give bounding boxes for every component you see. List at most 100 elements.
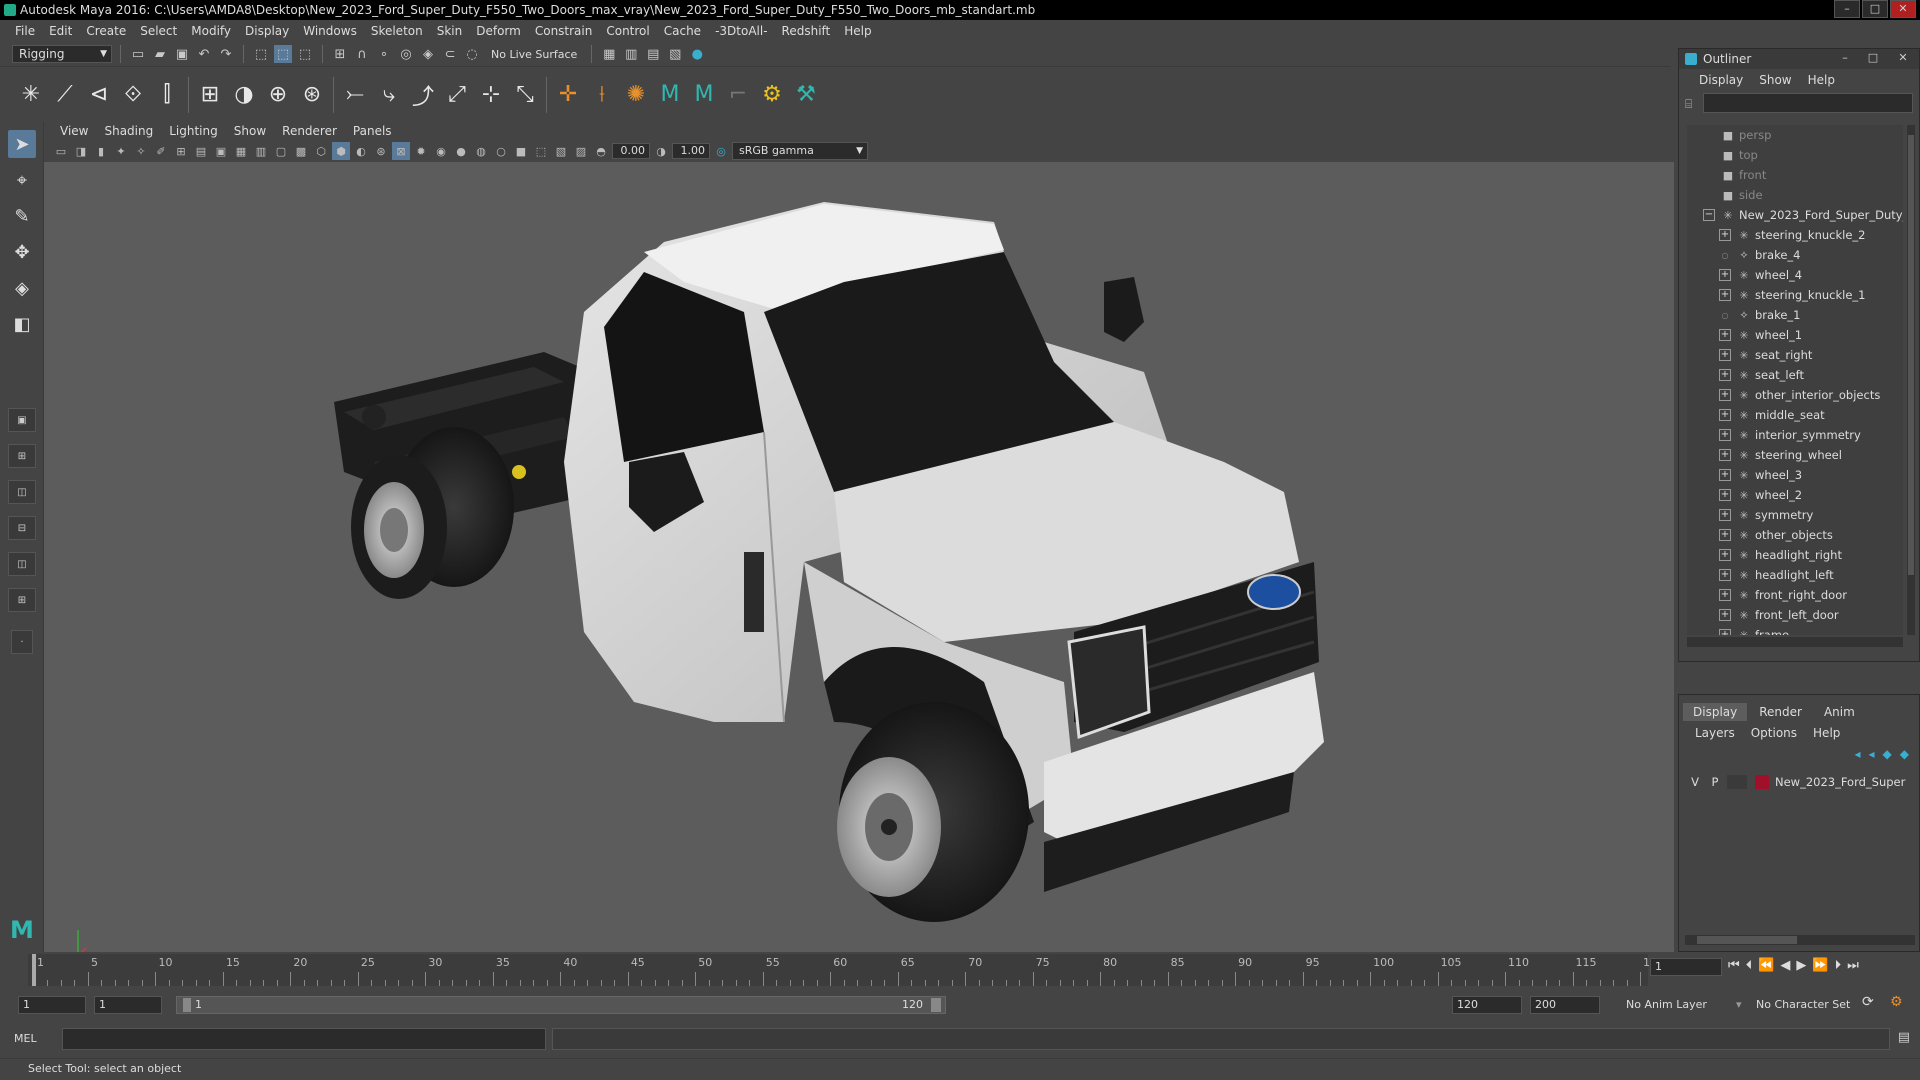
depth-of-field-icon[interactable]: ○ [492,142,510,160]
safe-action-icon[interactable]: ▢ [272,142,290,160]
layer-menu-layers[interactable]: Layers [1687,726,1743,740]
viewport-menu-view[interactable]: View [52,124,96,138]
camera-attr-icon[interactable]: ◨ [72,142,90,160]
scale-tool-icon[interactable]: ◧ [8,310,36,338]
bookmark-icon[interactable]: ▮ [92,142,110,160]
open-scene-icon[interactable]: ▰ [151,45,169,63]
layer-tab-render[interactable]: Render [1749,703,1812,721]
exposure-icon[interactable]: ◓ [592,142,610,160]
gamma-icon[interactable]: ◑ [652,142,670,160]
anim-layer-arrow-icon[interactable]: ▾ [1736,998,1742,1011]
cluster-icon[interactable]: ⊞ [193,76,227,114]
move-tool-icon[interactable]: ✥ [8,238,36,266]
outliner-hscrollbar[interactable] [1687,637,1903,647]
viewport-panel[interactable]: View Shading Lighting Show Renderer Panels ▭ … [44,122,1674,952]
outliner-minimize-icon[interactable]: – [1837,51,1853,65]
outliner-item[interactable]: + ✳ seat_left [1687,365,1903,385]
expand-icon[interactable]: + [1719,409,1731,421]
expand-icon[interactable]: + [1719,589,1731,601]
paint-weights-icon[interactable]: ⤢ [440,76,474,114]
insert-joint-icon[interactable]: ⟐ [116,76,150,114]
save-scene-icon[interactable]: ▣ [173,45,191,63]
hypershade-icon[interactable]: ● [688,45,706,63]
wrap-icon[interactable]: ⊕ [261,76,295,114]
viewport-menu-lighting[interactable]: Lighting [161,124,226,138]
range-end-handle[interactable] [931,998,941,1012]
viewport-menu-shading[interactable]: Shading [96,124,161,138]
isolate-select-icon[interactable]: ■ [512,142,530,160]
shade-wire-icon[interactable]: ◐ [352,142,370,160]
expand-icon[interactable]: + [1719,609,1731,621]
joint-tool-icon[interactable]: ✳ [14,76,48,114]
animation-end-field[interactable]: 200 [1530,996,1600,1014]
menu-help[interactable]: Help [837,24,878,38]
expand-icon[interactable]: + [1719,529,1731,541]
persp-outliner-layout-icon[interactable]: ◫ [8,552,36,576]
layer-move-up-icon[interactable]: ◂ [1854,747,1860,761]
shadows-icon[interactable]: ✹ [412,142,430,160]
outliner-camera-item[interactable]: ■ top [1687,145,1903,165]
command-input[interactable] [62,1028,546,1050]
undo-icon[interactable]: ↶ [195,45,213,63]
outliner-search-input[interactable] [1703,93,1913,113]
playback-start-field[interactable]: 1 [94,996,162,1014]
color-management-icon[interactable]: ◎ [712,142,730,160]
smooth-shade-icon[interactable]: ⬢ [332,142,350,160]
two-pane-stacked-layout-icon[interactable]: ⊟ [8,516,36,540]
gamma-field[interactable]: 1.00 [672,143,710,159]
layer-tab-anim[interactable]: Anim [1814,703,1865,721]
expand-icon[interactable]: + [1719,469,1731,481]
layer-color-swatch[interactable] [1755,775,1769,789]
bind-skin-icon[interactable]: ⤚ [338,76,372,114]
point-constraint-icon[interactable]: ✛ [551,76,585,114]
step-forward-key-icon[interactable]: ⏵ [1835,958,1842,973]
color-space-dropdown[interactable]: sRGB gamma ▼ [732,142,868,160]
expand-icon[interactable]: + [1719,489,1731,501]
orient-constraint-icon[interactable]: ✺ [619,76,653,114]
menu-skeleton[interactable]: Skeleton [364,24,430,38]
anim-layer-dropdown[interactable]: No Anim Layer [1626,998,1707,1011]
outliner-menu-show[interactable]: Show [1751,73,1799,87]
close-button[interactable]: ✕ [1890,0,1916,18]
expand-icon[interactable]: + [1719,449,1731,461]
menu-select[interactable]: Select [133,24,184,38]
outliner-item[interactable]: + ✳ front_left_door [1687,605,1903,625]
image-plane-icon[interactable]: ✦ [112,142,130,160]
maximize-button[interactable]: □ [1862,0,1888,18]
render-view-icon[interactable]: ▥ [622,45,640,63]
snap-grid-icon[interactable]: ⊞ [331,45,349,63]
menu-modify[interactable]: Modify [184,24,238,38]
rotate-tool-icon[interactable]: ◈ [8,274,36,302]
two-d-pan-icon[interactable]: ✧ [132,142,150,160]
outliner-camera-item[interactable]: ■ front [1687,165,1903,185]
select-hierarchy-icon[interactable]: ⬚ [252,45,270,63]
auto-key-icon[interactable]: ⟳ [1862,994,1874,1010]
expand-icon[interactable]: + [1719,569,1731,581]
menu-edit[interactable]: Edit [42,24,79,38]
outliner-item[interactable]: + ✳ steering_wheel [1687,445,1903,465]
rigid-bind-icon[interactable]: ⊹ [474,76,508,114]
layer-playback-toggle[interactable]: P [1705,775,1725,789]
character-set-dropdown[interactable]: No Character Set [1756,998,1850,1011]
ik-handle-icon[interactable]: ⟋ [48,76,82,114]
outliner-filter-icon[interactable]: ⌸ [1685,97,1692,112]
new-layer-selected-icon[interactable]: ◆ [1900,747,1909,761]
menu-skin[interactable]: Skin [430,24,470,38]
new-layer-icon[interactable]: ◆ [1883,747,1892,761]
snap-view-icon[interactable]: ◎ [397,45,415,63]
go-to-end-icon[interactable]: ⏭ [1847,958,1859,973]
menu-redshift[interactable]: Redshift [775,24,838,38]
step-back-key-icon[interactable]: ⏴ [1746,958,1753,973]
outliner-item[interactable]: + ✳ wheel_2 [1687,485,1903,505]
layer-hscrollbar[interactable] [1685,935,1915,945]
expand-icon[interactable]: + [1719,289,1731,301]
aim-constraint-icon[interactable]: ⟊ [585,76,619,114]
expand-icon[interactable]: + [1719,349,1731,361]
playback-end-field[interactable]: 120 [1452,996,1522,1014]
play-backward-icon[interactable]: ◀ [1780,958,1790,973]
film-gate-icon[interactable]: ▤ [192,142,210,160]
range-slider[interactable]: 1 120 [176,996,946,1014]
viewport-menu-show[interactable]: Show [226,124,274,138]
outliner-root-item[interactable]: − ✳ New_2023_Ford_Super_Duty_F [1687,205,1903,225]
xray-components-icon[interactable]: ▨ [572,142,590,160]
